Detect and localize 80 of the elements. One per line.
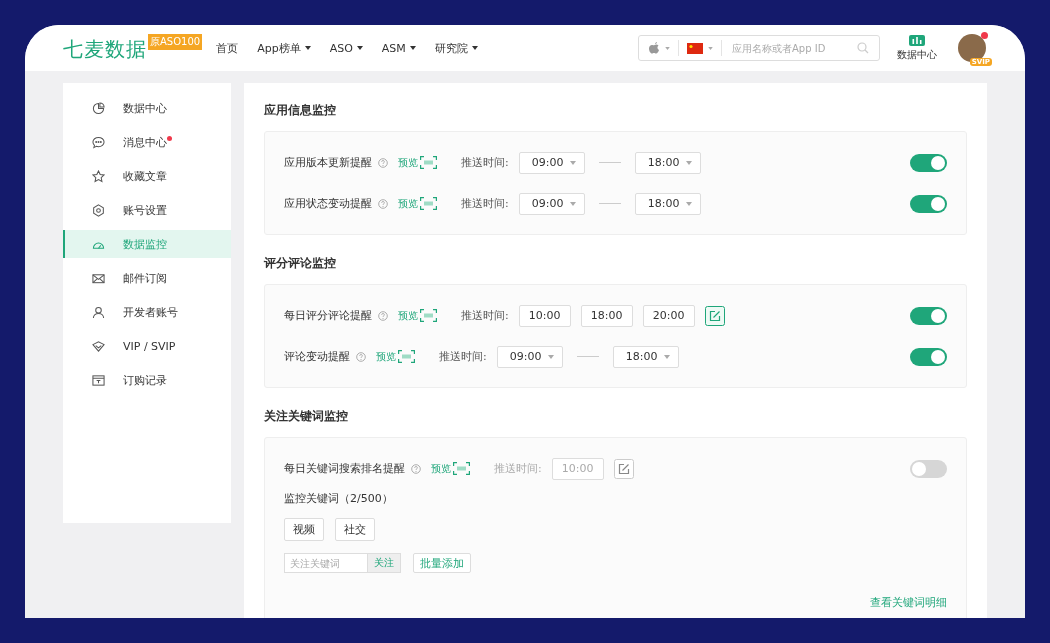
bar-chart-icon: [909, 34, 925, 46]
sidebar-item[interactable]: 订购记录: [63, 366, 231, 394]
setting-label: 应用状态变动提醒: [284, 196, 372, 211]
qr-scan-icon[interactable]: [420, 197, 437, 210]
sidebar-item[interactable]: 开发者账号: [63, 298, 231, 326]
notification-dot: [981, 32, 988, 39]
help-icon[interactable]: [411, 463, 421, 474]
sidebar-item[interactable]: 邮件订阅: [63, 264, 231, 292]
time-field[interactable]: 18:00: [580, 304, 633, 327]
caret-icon: [685, 201, 692, 206]
help-icon[interactable]: [356, 351, 366, 362]
caret-icon: [685, 160, 692, 165]
sidebar-item[interactable]: 数据中心: [63, 94, 231, 122]
toggle-switch[interactable]: [910, 347, 947, 366]
sidebar-icon: [92, 203, 105, 217]
time-select[interactable]: 18:00: [634, 192, 701, 215]
nav-link[interactable]: 首页: [216, 40, 239, 56]
push-time-label: 推送时间:: [461, 155, 509, 170]
push-time-label: 推送时间:: [494, 461, 542, 476]
sidebar-icon: [92, 169, 105, 183]
caret-icon: [569, 201, 576, 206]
help-icon[interactable]: [378, 157, 388, 168]
section-title: 应用信息监控: [264, 102, 337, 119]
time-select[interactable]: 18:00: [634, 151, 701, 174]
data-center-link[interactable]: 数据中心: [897, 34, 937, 62]
sidebar-icon: [92, 135, 105, 149]
help-icon[interactable]: [378, 198, 388, 209]
keyword-input[interactable]: 关注关键词: [284, 553, 368, 573]
setting-label: 每日关键词搜索排名提醒: [284, 461, 405, 476]
qr-scan-icon[interactable]: [453, 462, 470, 475]
keywords-label: 监控关键词（2/500）: [284, 491, 394, 506]
sidebar-icon: [92, 271, 105, 285]
qr-scan-icon[interactable]: [420, 156, 437, 169]
time-select[interactable]: 09:00: [518, 151, 585, 174]
push-time-label: 推送时间:: [439, 349, 487, 364]
nav-link[interactable]: 研究院: [434, 40, 478, 56]
sidebar-icon: [92, 305, 105, 319]
caret-icon: [665, 46, 670, 50]
sidebar-item[interactable]: 账号设置: [63, 196, 231, 224]
sidebar-item[interactable]: VIP / SVIP: [63, 332, 231, 360]
toggle-switch[interactable]: [910, 459, 947, 478]
time-select[interactable]: 09:00: [518, 192, 585, 215]
setting-label: 应用版本更新提醒: [284, 155, 372, 170]
sidebar-icon: [92, 373, 105, 387]
keyword-tag[interactable]: 社交: [335, 518, 375, 541]
time-field[interactable]: 20:00: [642, 304, 695, 327]
section-title: 关注关键词监控: [264, 408, 349, 425]
toggle-switch[interactable]: [910, 306, 947, 325]
toggle-switch[interactable]: [910, 153, 947, 172]
time-select[interactable]: 18:00: [612, 345, 679, 368]
caret-icon: [547, 354, 554, 359]
sidebar-icon: [92, 339, 105, 353]
sidebar-item[interactable]: 收藏文章: [63, 162, 231, 190]
push-time-label: 推送时间:: [461, 196, 509, 211]
apple-icon[interactable]: [649, 41, 660, 55]
nav-link[interactable]: ASM: [381, 40, 416, 56]
logo-badge: 原ASO100: [148, 33, 203, 50]
search-bar[interactable]: 应用名称或者App ID: [638, 35, 880, 61]
help-icon[interactable]: [378, 310, 388, 321]
qr-scan-icon[interactable]: [398, 350, 415, 363]
push-time-label: 推送时间:: [461, 308, 509, 323]
caret-icon: [569, 160, 576, 165]
search-icon[interactable]: [857, 42, 869, 54]
caret-icon: [708, 46, 713, 50]
qr-scan-icon[interactable]: [420, 309, 437, 322]
sidebar-icon: [92, 101, 105, 115]
caret-icon: [663, 354, 670, 359]
setting-label: 每日评分评论提醒: [284, 308, 372, 323]
time-field[interactable]: 10:00: [518, 304, 571, 327]
edit-icon[interactable]: [613, 458, 634, 479]
nav-link[interactable]: ASO: [329, 40, 363, 56]
keyword-tag[interactable]: 视频: [284, 518, 324, 541]
section-title: 评分评论监控: [264, 255, 337, 272]
flag-icon[interactable]: [687, 42, 703, 54]
setting-label: 评论变动提醒: [284, 349, 350, 364]
nav-link[interactable]: App榜单: [257, 40, 311, 56]
edit-icon[interactable]: [704, 305, 725, 326]
time-select[interactable]: 09:00: [496, 345, 563, 368]
toggle-switch[interactable]: [910, 194, 947, 213]
sidebar-item[interactable]: 消息中心: [63, 128, 231, 156]
